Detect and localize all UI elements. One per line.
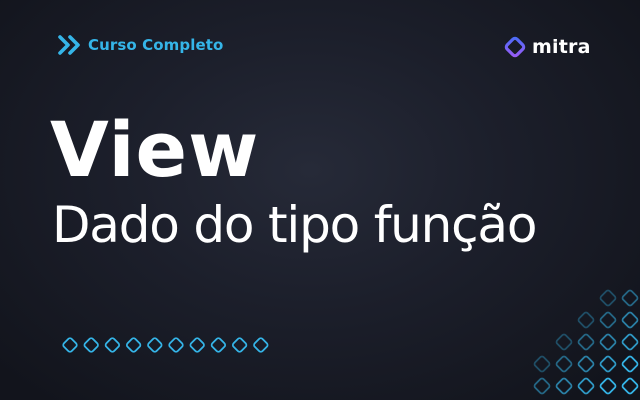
brand-name: mitra xyxy=(532,36,591,58)
diamond-dot xyxy=(104,337,121,353)
grid-diamond xyxy=(555,355,573,373)
diamond-dot xyxy=(189,337,205,353)
diamond-dots-decoration xyxy=(62,337,269,353)
grid-diamond xyxy=(577,377,595,395)
grid-diamond xyxy=(621,289,639,307)
page-subtitle: Dado do tipo função xyxy=(52,196,537,254)
grid-diamond xyxy=(621,311,639,329)
grid-diamond xyxy=(621,355,639,373)
grid-diamond xyxy=(533,377,551,395)
grid-diamond xyxy=(599,355,617,373)
grid-diamond xyxy=(577,311,595,329)
grid-diamond xyxy=(599,311,617,329)
diamond-dot xyxy=(62,337,78,353)
grid-diamond xyxy=(577,333,595,351)
grid-diamond xyxy=(621,377,639,395)
diamond-grid-decoration xyxy=(533,289,639,395)
diamond-dot xyxy=(125,337,142,353)
grid-diamond xyxy=(555,377,573,395)
course-tag: Curso Completo xyxy=(58,34,223,56)
diamond-dot xyxy=(168,337,184,353)
diamond-dot xyxy=(147,337,163,353)
grid-diamond xyxy=(555,333,573,351)
brand-logo: mitra xyxy=(502,35,591,59)
mitra-diamond-logo-icon xyxy=(504,36,526,58)
grid-diamond xyxy=(599,377,617,395)
diamond-dot xyxy=(231,337,248,353)
grid-diamond xyxy=(577,355,595,373)
double-chevron-right-icon xyxy=(58,35,80,55)
diamond-dot xyxy=(210,337,227,353)
course-label: Curso Completo xyxy=(88,36,224,54)
grid-diamond xyxy=(621,333,639,351)
grid-diamond xyxy=(533,355,551,373)
diamond-dot xyxy=(83,337,99,353)
page-title: View xyxy=(50,105,260,194)
diamond-dot xyxy=(253,337,269,353)
thumbnail-card: Curso Completo mitra View Dado do tipo f… xyxy=(0,0,640,400)
grid-diamond xyxy=(599,289,617,307)
grid-diamond xyxy=(599,333,617,351)
